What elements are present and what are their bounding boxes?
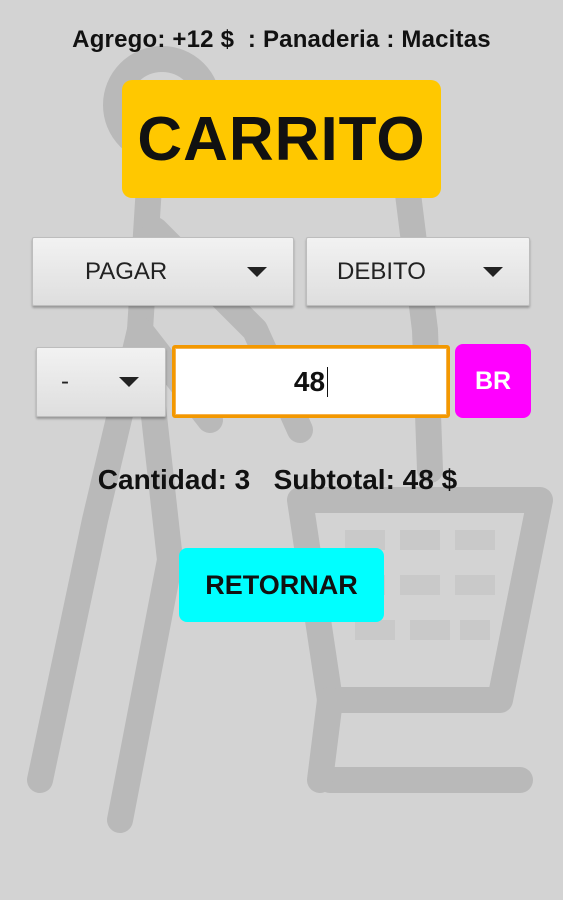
option-label: - [61, 368, 69, 395]
text-cursor [327, 366, 329, 397]
br-button[interactable]: BR [455, 344, 531, 418]
dropdown-arrow-icon [247, 266, 267, 277]
payment-method-spinner[interactable]: DEBITO [306, 237, 530, 306]
return-button-label: RETORNAR [205, 569, 358, 600]
amount-input-value: 48 [293, 365, 326, 397]
page-title-text: CARRITO [137, 104, 426, 174]
dropdown-arrow-icon [483, 266, 503, 277]
page-title: CARRITO [122, 80, 441, 198]
amount-input[interactable]: 48 [172, 345, 450, 418]
br-button-label: BR [474, 366, 512, 395]
payment-method-label: DEBITO [337, 257, 426, 285]
dropdown-arrow-icon [119, 377, 139, 387]
payment-action-label: PAGAR [85, 257, 168, 285]
payment-action-spinner[interactable]: PAGAR [32, 237, 294, 306]
cart-summary: Cantidad: 3 Subtotal: 48 $ [97, 464, 458, 495]
option-spinner[interactable]: - [36, 347, 166, 417]
return-button[interactable]: RETORNAR [179, 548, 384, 622]
header-info-line: Agrego: +12 $ : Panaderia : Macitas [72, 26, 491, 53]
